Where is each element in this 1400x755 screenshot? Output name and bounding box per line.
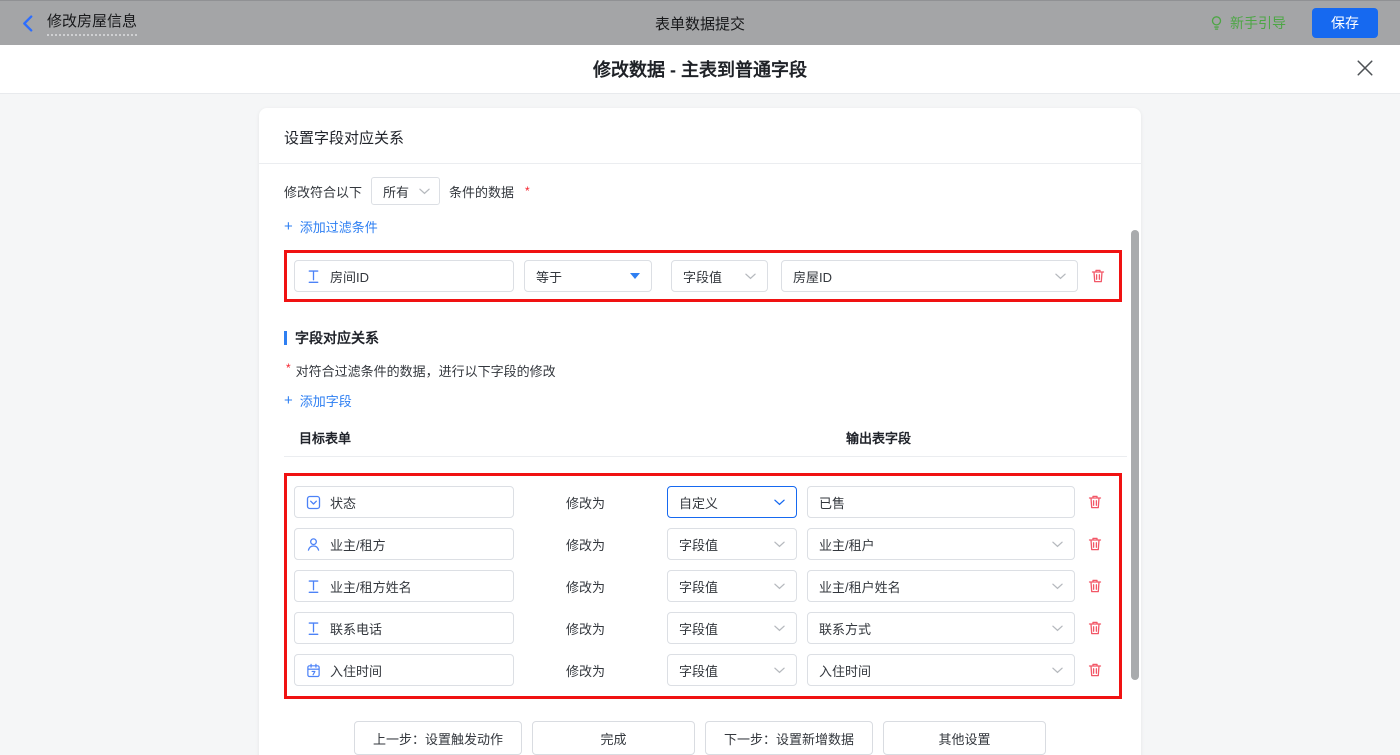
target-field[interactable]: 联系电话 [294, 612, 514, 644]
topbar: 修改房屋信息 表单数据提交 新手引导 保存 [0, 0, 1400, 45]
mapping-section-title: 字段对应关系 [284, 328, 1141, 348]
chevron-down-icon [1052, 541, 1063, 548]
other-settings-button[interactable]: 其他设置 [883, 721, 1046, 755]
modify-label: 修改为 [566, 577, 618, 596]
member-field-icon [306, 537, 321, 552]
text-field-icon [306, 579, 321, 594]
add-field-link[interactable]: + 添加字段 [284, 391, 352, 410]
mapping-row: 业主/租方 修改为 字段值 业主/租户 [294, 528, 1112, 560]
filter-field-input[interactable]: 房间ID [294, 260, 514, 292]
target-field[interactable]: 入住时间 [294, 654, 514, 686]
back-button[interactable] [22, 15, 33, 32]
trash-icon[interactable] [1087, 662, 1103, 678]
mapping-row: 业主/租方姓名 修改为 字段值 业主/租户姓名 [294, 570, 1112, 602]
modify-label: 修改为 [566, 493, 618, 512]
text-field-icon [306, 269, 321, 284]
output-field-select[interactable]: 联系方式 [807, 612, 1075, 644]
modify-type-select[interactable]: 字段值 [667, 654, 797, 686]
next-step-button[interactable]: 下一步：设置新增数据 [705, 721, 873, 755]
modify-type-select[interactable]: 字段值 [667, 570, 797, 602]
operator-select[interactable]: 等于 [524, 260, 652, 292]
modal-body: 设置字段对应关系 修改符合以下 所有 条件的数据 * + 添加过滤条件 [0, 94, 1400, 755]
chevron-down-icon [1052, 625, 1063, 632]
modify-label: 修改为 [566, 619, 618, 638]
modal-title: 修改数据 - 主表到普通字段 [593, 56, 807, 82]
mapping-row: 入住时间 修改为 字段值 入住时间 [294, 654, 1112, 686]
plus-icon: + [284, 392, 293, 409]
column-target-form: 目标表单 [299, 428, 846, 447]
custom-value-input[interactable]: 已售 [807, 486, 1075, 518]
save-button[interactable]: 保存 [1312, 8, 1378, 38]
trash-icon[interactable] [1087, 536, 1103, 552]
field-mapping-panel: 设置字段对应关系 修改符合以下 所有 条件的数据 * + 添加过滤条件 [259, 108, 1141, 755]
chevron-down-icon [419, 188, 430, 195]
chevron-left-icon [22, 15, 33, 32]
chevron-down-icon [1052, 583, 1063, 590]
form-name-label[interactable]: 修改房屋信息 [47, 10, 137, 36]
output-field-select[interactable]: 入住时间 [807, 654, 1075, 686]
mapping-row: 状态 修改为 自定义 已售 [294, 486, 1112, 518]
select-field-icon [306, 495, 321, 510]
modify-type-select[interactable]: 字段值 [667, 612, 797, 644]
trash-icon[interactable] [1087, 494, 1103, 510]
plus-icon: + [284, 218, 293, 235]
done-button[interactable]: 完成 [532, 721, 695, 755]
trash-icon[interactable] [1087, 620, 1103, 636]
match-mode-select[interactable]: 所有 [371, 177, 440, 205]
scrollbar[interactable] [1131, 230, 1139, 680]
filter-condition-row: 房间ID 等于 字段值 房屋ID [294, 260, 1112, 292]
column-output-field: 输出表字段 [846, 428, 911, 447]
chevron-down-icon [1052, 667, 1063, 674]
wizard-footer: 上一步：设置触发动作 完成 下一步：设置新增数据 其他设置 [259, 721, 1141, 755]
value-type-select[interactable]: 字段值 [671, 260, 768, 292]
page-title: 表单数据提交 [0, 13, 1400, 34]
beginner-guide-label: 新手引导 [1230, 13, 1286, 33]
chevron-down-icon [745, 273, 756, 280]
target-field[interactable]: 业主/租方 [294, 528, 514, 560]
chevron-down-icon [774, 667, 785, 674]
chevron-down-icon [774, 541, 785, 548]
mapping-section-desc: * 对符合过滤条件的数据，进行以下字段的修改 [284, 361, 1141, 380]
chevron-down-icon [1055, 273, 1066, 280]
panel-heading: 设置字段对应关系 [259, 108, 1141, 164]
trash-icon[interactable] [1090, 268, 1106, 284]
mapping-row: 联系电话 修改为 字段值 联系方式 [294, 612, 1112, 644]
beginner-guide-link[interactable]: 新手引导 [1209, 13, 1286, 33]
output-field-select[interactable]: 业主/租户 [807, 528, 1075, 560]
target-field[interactable]: 状态 [294, 486, 514, 518]
caret-down-icon [630, 273, 640, 279]
required-mark: * [525, 184, 530, 198]
filter-suffix-label: 条件的数据 [449, 182, 514, 201]
modal-header: 修改数据 - 主表到普通字段 [0, 45, 1400, 94]
filter-prefix-label: 修改符合以下 [284, 182, 362, 201]
close-icon[interactable] [1356, 59, 1374, 77]
chevron-down-icon [774, 625, 785, 632]
target-field[interactable]: 业主/租方姓名 [294, 570, 514, 602]
date-field-icon [306, 663, 321, 678]
output-field-select[interactable]: 业主/租户姓名 [807, 570, 1075, 602]
prev-step-button[interactable]: 上一步：设置触发动作 [354, 721, 522, 755]
modify-label: 修改为 [566, 535, 618, 554]
trash-icon[interactable] [1087, 578, 1103, 594]
modify-type-select[interactable]: 自定义 [667, 486, 797, 518]
lightbulb-icon [1209, 15, 1224, 31]
column-divider [284, 456, 1127, 457]
value-field-select[interactable]: 房屋ID [781, 260, 1078, 292]
modify-type-select[interactable]: 字段值 [667, 528, 797, 560]
filter-highlight-box: 房间ID 等于 字段值 房屋ID [284, 250, 1122, 302]
mapping-column-headers: 目标表单 输出表字段 [284, 428, 1116, 447]
text-field-icon [306, 621, 321, 636]
add-filter-condition-link[interactable]: + 添加过滤条件 [284, 217, 378, 236]
chevron-down-icon [774, 583, 785, 590]
section-accent-bar [284, 331, 287, 345]
mapping-highlight-box: 状态 修改为 自定义 已售 [284, 473, 1122, 699]
chevron-down-icon [774, 499, 785, 506]
modify-label: 修改为 [566, 661, 618, 680]
